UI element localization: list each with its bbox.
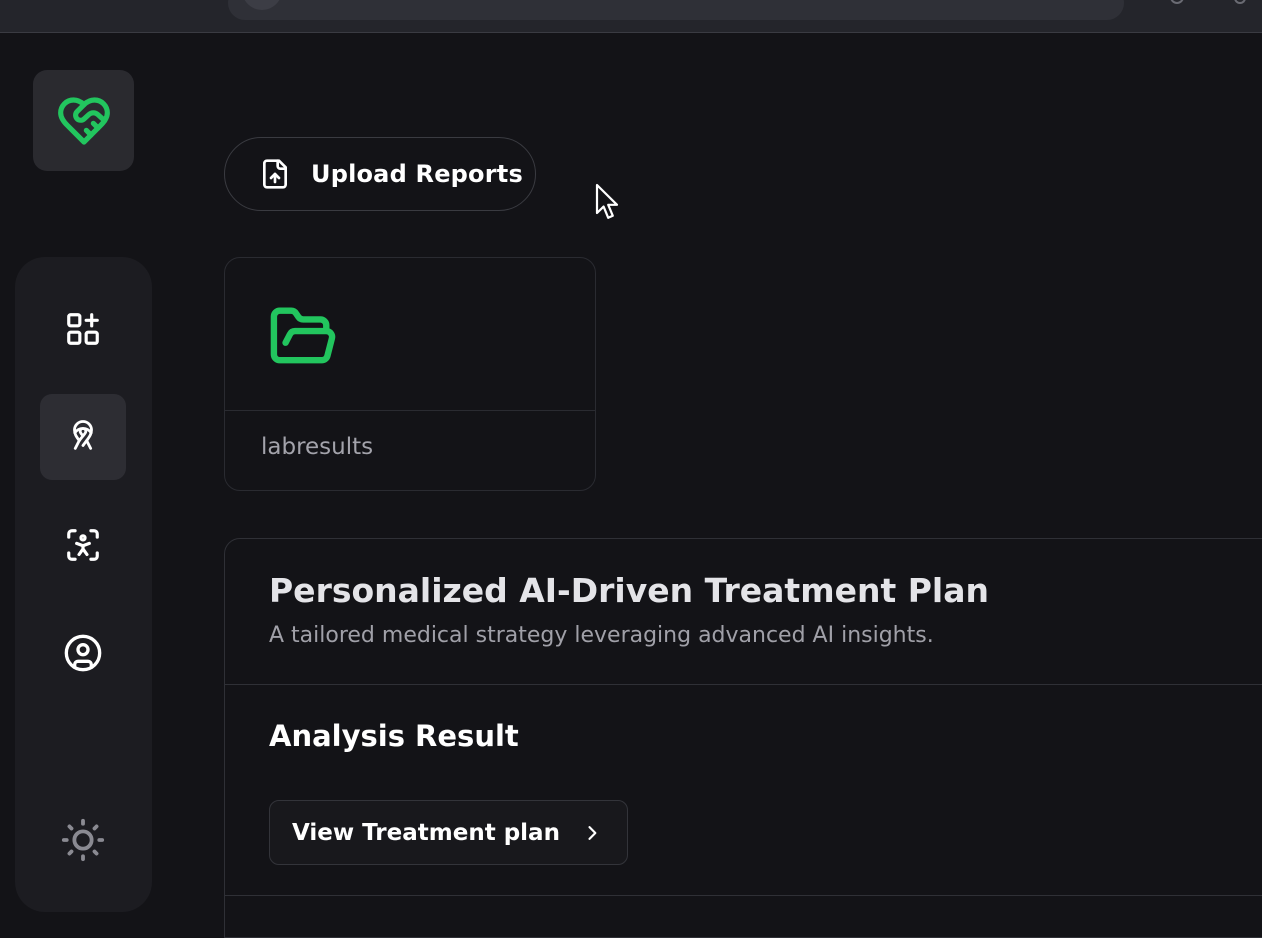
theme-toggle-button[interactable] <box>40 797 126 883</box>
sidebar-item-scan[interactable] <box>40 502 126 588</box>
sidebar <box>15 257 152 912</box>
mouse-cursor-icon <box>595 183 619 219</box>
sidebar-item-dashboard[interactable] <box>40 286 126 372</box>
menu-icon[interactable] <box>1234 0 1246 4</box>
sidebar-item-ribbon[interactable] <box>40 394 126 480</box>
treatment-plan-panel: Personalized AI-Driven Treatment Plan A … <box>224 538 1262 938</box>
file-upload-icon <box>263 159 287 189</box>
ribbon-icon <box>73 420 93 450</box>
browser-toolbar <box>0 0 1262 33</box>
view-treatment-plan-label: View Treatment plan <box>292 819 560 846</box>
folder-name: labresults <box>261 434 374 460</box>
plan-title: Personalized AI-Driven Treatment Plan <box>269 571 989 610</box>
folder-open-icon <box>270 307 336 364</box>
heart-handshake-icon <box>57 96 110 145</box>
user-circle-icon <box>64 634 102 672</box>
analysis-result-title: Analysis Result <box>269 719 519 753</box>
plan-subtitle: A tailored medical strategy leveraging a… <box>269 623 934 648</box>
sun-icon <box>61 818 105 862</box>
plan-divider <box>225 684 1262 685</box>
view-treatment-plan-button[interactable]: View Treatment plan <box>269 800 628 865</box>
address-bar[interactable] <box>228 0 1124 20</box>
user-scan-icon <box>67 529 99 561</box>
plan-divider-bottom <box>225 895 1262 896</box>
upload-reports-button[interactable]: Upload Reports <box>224 137 536 211</box>
folder-card-divider <box>225 410 595 411</box>
dashboard-add-icon <box>67 313 99 345</box>
profile-icon[interactable] <box>1170 0 1184 4</box>
upload-reports-label: Upload Reports <box>311 160 523 188</box>
app-logo[interactable] <box>33 70 134 171</box>
sidebar-item-profile[interactable] <box>40 610 126 696</box>
chevron-right-icon <box>582 821 602 845</box>
folder-card[interactable]: labresults <box>224 257 596 491</box>
